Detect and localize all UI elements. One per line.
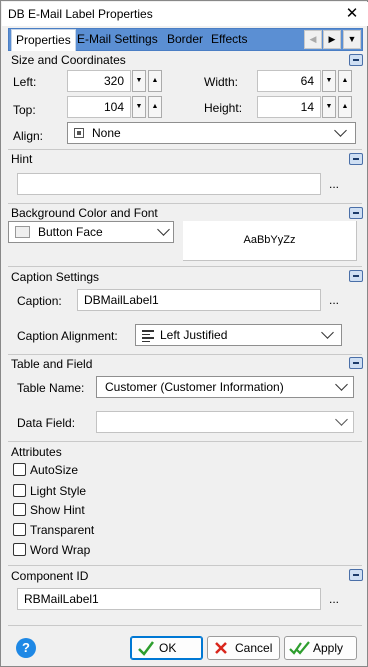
caption-label: Caption: [17,294,62,308]
top-up-icon[interactable]: ▲ [148,96,162,118]
align-select[interactable]: None [67,122,356,144]
cancel-label: Cancel [235,641,273,655]
window-title: DB E-Mail Label Properties [8,7,153,21]
tab-border[interactable]: Border [163,29,207,50]
table-name-select[interactable]: Customer (Customer Information) [96,376,354,398]
chevron-down-icon [157,223,170,236]
height-label: Height: [204,101,243,115]
color-swatch [15,226,30,238]
size-collapse-icon[interactable] [349,54,363,66]
hint-collapse-icon[interactable] [349,153,363,165]
background-color-select[interactable]: Button Face [8,221,174,243]
left-input[interactable]: 320 [67,70,131,92]
tab-properties[interactable]: Properties [11,29,76,51]
left-up-icon[interactable]: ▲ [148,70,162,92]
left-justify-icon [142,330,154,342]
caption-ellipsis-button[interactable]: ... [324,293,344,307]
size-section-title: Size and Coordinates [11,53,126,67]
checkbox-label: Show Hint [30,503,85,517]
component-section-title: Component ID [11,569,89,583]
checkbox-box[interactable] [13,463,26,476]
tab-bar: Properties E-Mail Settings Border Effect… [8,28,363,51]
tab-scroll-left-icon[interactable]: ◀ [304,30,322,49]
ok-button[interactable]: OK [130,636,203,660]
component-id-input[interactable]: RBMailLabel1 [17,588,321,610]
checkbox-label: Light Style [30,484,87,498]
top-down-icon[interactable]: ▼ [132,96,146,118]
ok-label: OK [159,641,177,655]
component-collapse-icon[interactable] [349,569,363,581]
hint-ellipsis-button[interactable]: ... [324,177,344,191]
height-down-icon[interactable]: ▼ [322,96,336,118]
top-label: Top: [13,103,36,117]
divider [8,354,362,355]
height-input[interactable]: 14 [257,96,321,118]
caption-input[interactable]: DBMailLabel1 [77,289,321,311]
hint-input[interactable] [17,173,321,195]
align-value: None [92,126,121,140]
divider [8,203,362,204]
caption-collapse-icon[interactable] [349,270,363,282]
tab-effects[interactable]: Effects [207,29,251,50]
divider [8,625,362,626]
divider [8,441,362,442]
checkbox-box[interactable] [13,523,26,536]
caption-alignment-label: Caption Alignment: [17,329,118,343]
tab-scroll-right-icon[interactable]: ▶ [323,30,341,49]
width-down-icon[interactable]: ▼ [322,70,336,92]
component-ellipsis-button[interactable]: ... [324,592,344,606]
checkbox-box[interactable] [13,543,26,556]
divider [8,266,362,267]
table-name-value: Customer (Customer Information) [105,380,284,394]
width-input[interactable]: 64 [257,70,321,92]
checkbox-box[interactable] [13,484,26,497]
title-bar: DB E-Mail Label Properties ✕ [2,2,368,26]
chevron-down-icon [334,124,347,137]
attributes-section-title: Attributes [11,445,62,459]
apply-button[interactable]: Apply [284,636,357,660]
width-label: Width: [204,75,239,89]
background-color-value: Button Face [38,225,103,239]
font-sample[interactable]: AaBbYyZz [183,221,357,261]
chevron-down-icon [321,326,334,339]
align-none-icon [74,128,84,138]
tab-list-dropdown-icon[interactable]: ▼ [343,30,361,49]
data-field-select[interactable] [96,411,354,433]
close-icon [215,642,227,654]
properties-dialog: DB E-Mail Label Properties ✕ Properties … [0,0,368,667]
caption-section-title: Caption Settings [11,270,100,284]
background-collapse-icon[interactable] [349,207,363,219]
width-up-icon[interactable]: ▲ [338,70,352,92]
divider [8,565,362,566]
chevron-down-icon [335,378,348,391]
divider [8,149,362,150]
align-label: Align: [13,129,44,143]
checkbox-label: Transparent [30,523,95,537]
hint-section-title: Hint [11,152,33,166]
table-collapse-icon[interactable] [349,357,363,369]
checkmark-icon [138,641,154,656]
caption-alignment-value: Left Justified [160,328,228,342]
checkbox-box[interactable] [13,503,26,516]
tab-email-settings[interactable]: E-Mail Settings [73,29,162,50]
help-icon[interactable]: ? [16,638,36,658]
checkbox-label: AutoSize [30,463,79,477]
background-section-title: Background Color and Font [11,206,158,220]
table-name-label: Table Name: [17,381,85,395]
cancel-button[interactable]: Cancel [207,636,280,660]
data-field-label: Data Field: [17,416,76,430]
checkbox-label: Word Wrap [30,543,91,557]
apply-label: Apply [313,641,344,655]
left-down-icon[interactable]: ▼ [132,70,146,92]
height-up-icon[interactable]: ▲ [338,96,352,118]
caption-alignment-select[interactable]: Left Justified [135,324,342,346]
left-label: Left: [13,75,37,89]
top-input[interactable]: 104 [67,96,131,118]
table-section-title: Table and Field [11,357,93,371]
close-icon[interactable]: ✕ [342,4,362,24]
double-check-icon [289,641,310,655]
chevron-down-icon [335,413,348,426]
